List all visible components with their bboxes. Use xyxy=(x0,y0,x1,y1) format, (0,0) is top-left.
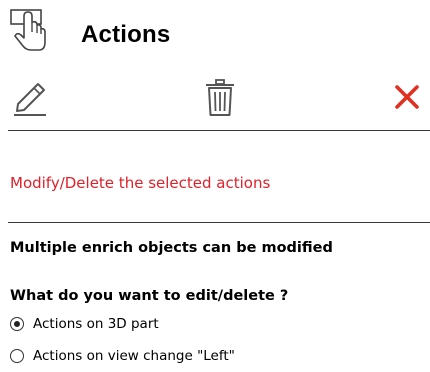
radio-option-view-change-left[interactable]: Actions on view change "Left" xyxy=(10,346,235,366)
divider xyxy=(8,130,430,131)
radio-button-selected[interactable] xyxy=(10,317,24,331)
radio-option-3d-part[interactable]: Actions on 3D part xyxy=(10,314,159,334)
toolbar xyxy=(0,70,430,120)
question-text: What do you want to edit/delete ? xyxy=(10,288,289,304)
radio-label: Actions on 3D part xyxy=(33,316,159,332)
radio-label: Actions on view change "Left" xyxy=(33,348,235,364)
divider xyxy=(8,222,430,223)
close-icon[interactable] xyxy=(394,84,420,110)
panel-header: Actions xyxy=(9,8,419,56)
radio-button[interactable] xyxy=(10,349,24,363)
pencil-icon[interactable] xyxy=(12,80,48,116)
hand-pointer-icon xyxy=(10,9,46,51)
trash-icon[interactable] xyxy=(204,78,236,118)
info-text: Multiple enrich objects can be modified xyxy=(10,240,333,256)
panel-title: Actions xyxy=(81,21,171,48)
status-message: Modify/Delete the selected actions xyxy=(10,174,271,192)
